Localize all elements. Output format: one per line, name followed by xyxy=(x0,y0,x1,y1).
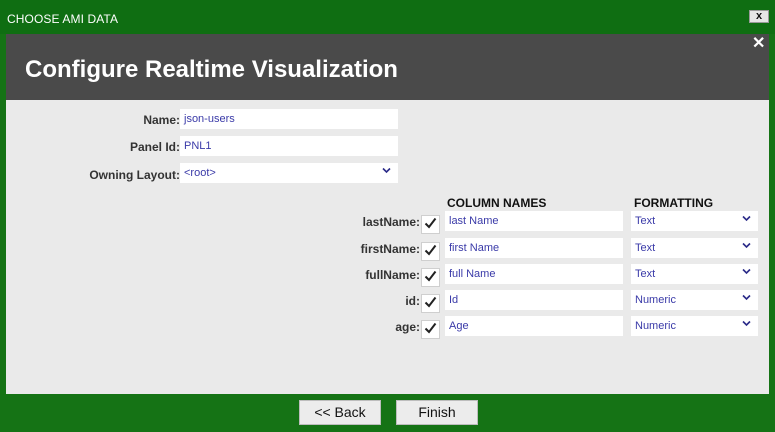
chevron-down-icon xyxy=(382,167,391,174)
column-format-value: Numeric xyxy=(635,320,676,332)
panel-id-label: Panel Id: xyxy=(129,140,180,154)
column-checkbox[interactable] xyxy=(421,215,440,234)
check-icon xyxy=(424,216,437,234)
column-field-label: fullName: xyxy=(365,268,420,282)
column-field-label: lastName: xyxy=(362,215,420,229)
window-close-button[interactable]: x xyxy=(749,10,769,23)
back-button[interactable]: << Back xyxy=(299,400,381,425)
chevron-down-icon xyxy=(742,215,751,222)
owning-layout-value: <root> xyxy=(184,167,216,179)
column-checkbox[interactable] xyxy=(421,268,440,287)
window-title: CHOOSE AMI DATA xyxy=(7,12,119,26)
close-icon: x xyxy=(755,10,763,22)
column-format-value: Text xyxy=(635,215,656,227)
column-format-select[interactable]: Text xyxy=(631,238,758,258)
dialog-footer: << Back Finish xyxy=(0,394,775,432)
dialog-title: Configure Realtime Visualization xyxy=(25,56,398,83)
owning-layout-select[interactable]: <root> xyxy=(180,163,398,183)
column-format-select[interactable]: Numeric xyxy=(631,316,758,336)
column-field-label: firstName: xyxy=(360,242,420,256)
formatting-header: FORMATTING xyxy=(634,196,714,210)
column-field-label: age: xyxy=(395,320,420,334)
column-format-value: Numeric xyxy=(635,294,676,306)
column-format-select[interactable]: Text xyxy=(631,264,758,284)
column-checkbox[interactable] xyxy=(421,242,440,261)
name-input[interactable]: json-users xyxy=(180,109,398,129)
column-format-value: Text xyxy=(635,268,656,280)
dialog-close-icon[interactable]: ✕ xyxy=(752,36,765,52)
column-field-label: id: xyxy=(405,294,420,308)
column-checkbox[interactable] xyxy=(421,294,440,313)
column-checkbox[interactable] xyxy=(421,320,440,339)
panel-id-input[interactable]: PNL1 xyxy=(180,136,398,156)
column-name-input[interactable]: full Name xyxy=(445,264,623,284)
column-format-select[interactable]: Numeric xyxy=(631,290,758,310)
window-titlebar: CHOOSE AMI DATA x xyxy=(0,0,775,34)
check-icon xyxy=(424,243,437,261)
name-label: Name: xyxy=(143,113,180,127)
finish-button[interactable]: Finish xyxy=(396,400,478,425)
configure-dialog: Configure Realtime Visualization ✕ Name:… xyxy=(6,34,769,394)
column-name-input[interactable]: Id xyxy=(445,290,623,310)
check-icon xyxy=(424,269,437,287)
chevron-down-icon xyxy=(742,242,751,249)
chevron-down-icon xyxy=(742,294,751,301)
column-name-input[interactable]: first Name xyxy=(445,238,623,258)
column-name-input[interactable]: last Name xyxy=(445,211,623,231)
dialog-header: Configure Realtime Visualization ✕ xyxy=(6,34,769,100)
column-format-value: Text xyxy=(635,242,656,254)
check-icon xyxy=(424,295,437,313)
column-name-input[interactable]: Age xyxy=(445,316,623,336)
column-names-header: COLUMN NAMES xyxy=(447,196,547,210)
owning-layout-label: Owning Layout: xyxy=(89,168,180,182)
app-window: CHOOSE AMI DATA x Configure Realtime Vis… xyxy=(0,0,775,432)
chevron-down-icon xyxy=(742,268,751,275)
chevron-down-icon xyxy=(742,320,751,327)
column-format-select[interactable]: Text xyxy=(631,211,758,231)
check-icon xyxy=(424,321,437,339)
